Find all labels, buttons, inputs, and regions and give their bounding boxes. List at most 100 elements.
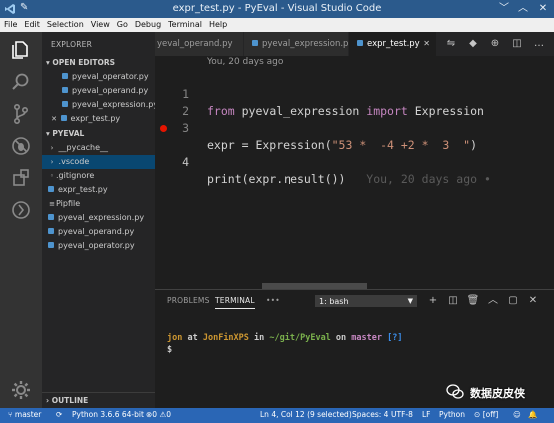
language-mode[interactable]: Python [439, 410, 465, 419]
explorer-icon[interactable] [9, 38, 33, 62]
branch-status[interactable]: ⑂ master [8, 410, 41, 419]
close-window-button[interactable]: ✕ [535, 1, 551, 17]
split-terminal-icon[interactable]: ◫ [446, 294, 460, 308]
activity-bar [0, 32, 42, 408]
tab-label: yeval_operand.py [157, 39, 233, 49]
python-file-icon [48, 242, 54, 248]
python-file-icon [62, 101, 68, 107]
python-interpreter[interactable]: Python 3.6.6 64-bit [72, 410, 144, 419]
chevron-down-icon: ▼ [407, 297, 413, 305]
menu-selection[interactable]: Selection [43, 18, 87, 29]
menu-file[interactable]: File [0, 18, 20, 29]
tree-label: pyeval_operator.py [58, 241, 135, 250]
sync-icon[interactable]: ⟳ [56, 410, 62, 419]
term-path: ~/git/PyEval [269, 333, 331, 343]
extensions-icon[interactable] [9, 166, 33, 190]
tab-pyeval-operand[interactable]: yeval_operand.py [155, 32, 244, 56]
source-control-icon[interactable] [9, 102, 33, 126]
python-file-icon [252, 40, 258, 46]
restore-panel-icon[interactable]: ▢ [506, 294, 520, 308]
search-icon[interactable] [9, 70, 33, 94]
git-codelens[interactable]: You, 20 days ago [207, 57, 283, 67]
cursor-position[interactable]: Ln 4, Col 12 (9 selected) [260, 410, 352, 419]
menu-bar: File Edit Selection View Go Debug Terminal Help [0, 18, 554, 32]
terminal-input-line[interactable]: $ [167, 345, 172, 355]
python-file-icon [48, 186, 54, 192]
maximize-button[interactable]: ︿ [515, 1, 531, 17]
open-editor-item[interactable]: pyeval_expression.py [42, 98, 155, 112]
python-file-icon [48, 214, 54, 220]
watermark-text: 数据皮皮侠 [470, 387, 525, 400]
tab-terminal[interactable]: TERMINAL [215, 296, 255, 309]
file-item[interactable]: ◦ .gitignore [42, 169, 155, 183]
menu-terminal[interactable]: Terminal [164, 18, 205, 29]
menu-debug[interactable]: Debug [131, 18, 164, 29]
folder-item[interactable]: › __pycache__ [42, 141, 155, 155]
line-endings[interactable]: LF [422, 410, 431, 419]
split-editor-icon[interactable]: ◫ [509, 36, 525, 52]
outline-header[interactable]: › OUTLINE [42, 392, 155, 408]
tab-expr-test[interactable]: expr_test.py ✕ [349, 32, 437, 56]
python-file-icon [60, 115, 67, 121]
file-item[interactable]: pyeval_operator.py [42, 239, 155, 253]
code-line-1: 1 from pyeval_expression import Expressi… [155, 69, 554, 118]
chevron-down-icon: ▾ [46, 58, 50, 67]
maximize-panel-icon[interactable]: ︿ [486, 294, 500, 308]
minimize-button[interactable]: ﹀ [496, 1, 512, 17]
term-user: jon [167, 333, 183, 343]
tab-label: pyeval_expression.py [262, 39, 349, 49]
remote-icon[interactable] [9, 198, 33, 222]
error-count: 0 [152, 410, 158, 419]
editor-tabs: yeval_operand.py pyeval_expression.py ex… [155, 32, 554, 56]
feedback-icon[interactable]: ☺ [513, 410, 521, 419]
open-editors-header[interactable]: ▾ OPEN EDITORS [42, 56, 155, 70]
open-editor-item[interactable]: pyeval_operator.py [42, 70, 155, 84]
chevron-right-icon: › [50, 144, 54, 152]
open-changes-icon[interactable]: ⇋ [443, 36, 459, 52]
term-text: in [248, 333, 270, 343]
tab-problems[interactable]: PROBLEMS [167, 296, 210, 305]
terminal-select-value: 1: bash [319, 297, 349, 306]
file-item[interactable]: expr_test.py [42, 183, 155, 197]
file-item[interactable]: pyeval_expression.py [42, 211, 155, 225]
breakpoint-icon[interactable] [160, 125, 167, 132]
terminal-select[interactable]: 1: bash ▼ [315, 295, 417, 307]
menu-view[interactable]: View [87, 18, 113, 29]
more-actions-icon[interactable]: … [531, 36, 547, 52]
tree-label: __pycache__ [58, 143, 109, 152]
tree-label: pyeval_expression.py [58, 213, 145, 222]
close-panel-icon[interactable]: ✕ [526, 294, 540, 308]
close-tab-icon[interactable]: ✕ [423, 32, 430, 56]
tab-pyeval-expression[interactable]: pyeval_expression.py [244, 32, 349, 56]
menu-help[interactable]: Help [205, 18, 230, 29]
debug-icon[interactable] [9, 134, 33, 158]
new-terminal-icon[interactable]: + [426, 294, 440, 308]
open-editor-item[interactable]: pyeval_operand.py [42, 84, 155, 98]
live-share-status[interactable]: ⊙ [off] [474, 410, 498, 419]
term-host: JonFinXPS [202, 333, 249, 343]
previous-change-icon[interactable]: ◆ [465, 36, 481, 52]
python-file-icon [62, 87, 68, 93]
close-icon[interactable]: ✕ [50, 112, 58, 126]
menu-edit[interactable]: Edit [20, 18, 43, 29]
menu-go[interactable]: Go [113, 18, 131, 29]
outline-label: OUTLINE [51, 396, 89, 405]
panel-more-icon[interactable]: ••• [266, 296, 280, 305]
tree-label: expr_test.py [58, 185, 108, 194]
inline-blame: You, 20 days ago • [366, 172, 491, 186]
encoding[interactable]: UTF-8 [391, 410, 413, 419]
folder-item-selected[interactable]: › .vscode [42, 155, 155, 169]
project-header[interactable]: ▾ PYEVAL [42, 127, 155, 141]
project-label: PYEVAL [52, 129, 85, 138]
code-editor[interactable]: You, 20 days ago 1 from pyeval_expressio… [155, 56, 554, 289]
notifications-icon[interactable]: 🔔 [528, 410, 537, 419]
file-item[interactable]: pyeval_operand.py [42, 225, 155, 239]
indentation[interactable]: Spaces: 4 [352, 410, 388, 419]
kill-terminal-icon[interactable]: 🗑 [466, 294, 480, 308]
open-editor-item-active[interactable]: ✕ expr_test.py [42, 112, 155, 126]
file-item[interactable]: ≡Pipfile [42, 197, 155, 211]
next-change-icon[interactable]: ⊕ [487, 36, 503, 52]
file-icon: ◦ [49, 172, 55, 180]
problems-status[interactable]: ⊗0 ⚠0 [146, 410, 171, 419]
settings-gear-icon[interactable] [9, 378, 33, 402]
